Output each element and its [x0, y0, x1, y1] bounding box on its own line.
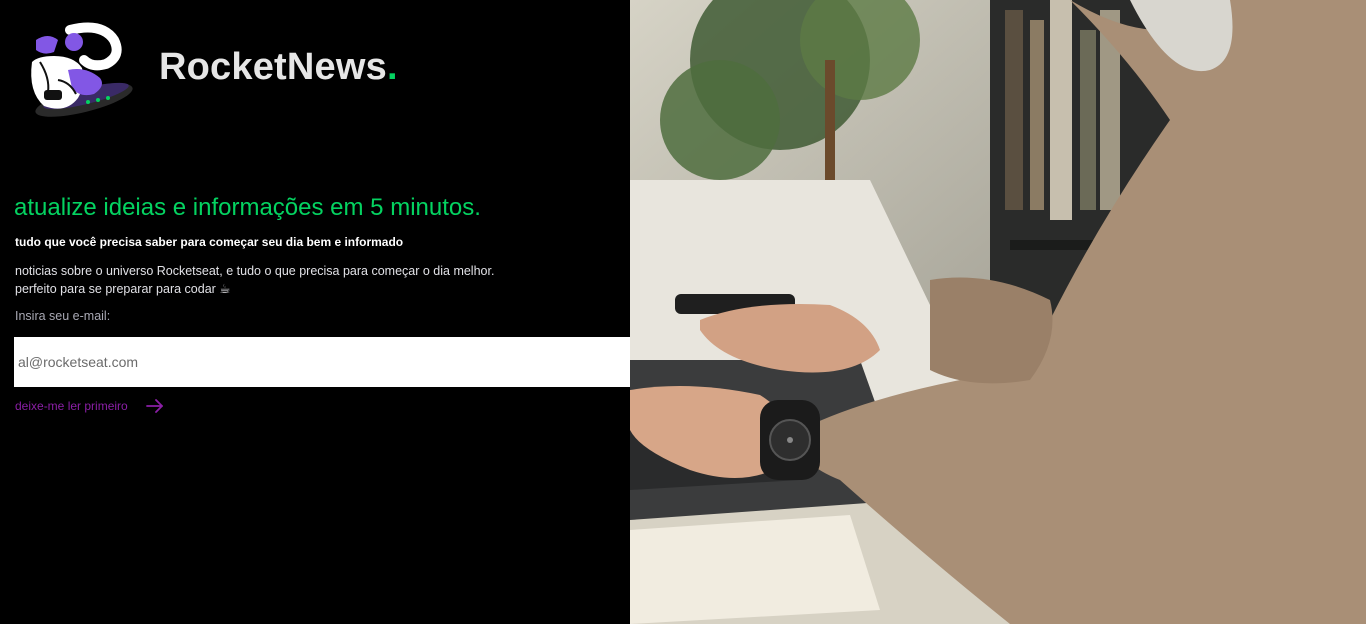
description-line-2: perfeito para se preparar para codar ☕ [15, 282, 231, 296]
brand-dot: . [386, 46, 398, 88]
hero-description: noticias sobre o universo Rocketseat, e … [15, 262, 494, 298]
hero-headline: atualize ideias e informações em 5 minut… [14, 194, 481, 221]
left-panel: RocketNews. atualize ideias e informaçõe… [0, 0, 723, 624]
description-line-1: noticias sobre o universo Rocketseat, e … [15, 264, 495, 278]
hero-subheadline: tudo que você precisa saber para começar… [15, 235, 404, 249]
read-first-link[interactable]: deixe-me ler primeiro [15, 399, 164, 413]
photo-illustration [630, 0, 1366, 624]
email-input[interactable] [14, 337, 675, 387]
hero-photo [630, 0, 1366, 624]
rocketseat-mascot-logo [31, 22, 133, 117]
read-first-label: deixe-me ler primeiro [15, 399, 128, 413]
brand-name: RocketNews [159, 46, 387, 88]
brand-logo-text: RocketNews. [159, 46, 398, 89]
subscribe-form [14, 337, 723, 387]
email-label: Insira seu e-mail: [15, 309, 111, 323]
arrow-right-icon [145, 399, 164, 413]
